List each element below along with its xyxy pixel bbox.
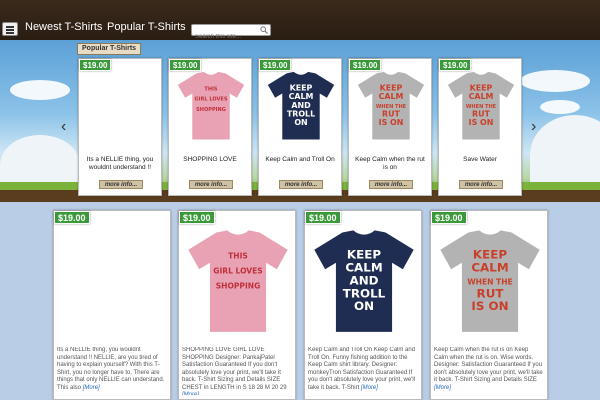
tshirt-image[interactable]: THIS GIRL LOVES SHOPPING [175,65,247,145]
slider-product-card[interactable]: THIS GIRL LOVES SHOPPING $19.00 SHOPPING LOV… [168,58,252,196]
svg-text:CALM: CALM [345,260,382,274]
tshirt-image[interactable]: KEEPCALMANDTROLLON [265,65,337,145]
price-badge: $19.00 [79,59,112,71]
product-card[interactable]: KEEP CALM AND TROLL ON $19.00 Keep Calm and Tr… [304,210,422,400]
svg-text:KEEP: KEEP [290,84,313,93]
svg-text:IS ON: IS ON [469,118,494,127]
price-badge: $19.00 [179,211,215,224]
svg-text:THIS: THIS [204,87,218,93]
slider-next-arrow[interactable]: › [531,118,536,136]
description-text: Its a NELLIE thing, you wouldnt understa… [57,347,165,391]
top-navigation-bar: Newest T-Shirts Popular T-Shirts [0,0,600,42]
search-icon[interactable] [260,26,268,34]
svg-text:CALM: CALM [379,92,404,101]
product-title[interactable]: SHOPPING LOVE [172,156,248,164]
description-text: SHOPPING LOVE GIRL LOVE SHOPPING Designe… [182,347,287,391]
svg-text:SHOPPING: SHOPPING [196,107,226,113]
svg-text:KEEP: KEEP [380,84,403,93]
svg-text:GIRL LOVES: GIRL LOVES [195,97,228,103]
more-link[interactable]: [More] [361,385,378,391]
price-badge: $19.00 [169,59,202,71]
svg-text:KEEP: KEEP [347,247,381,261]
tshirt-image[interactable]: KEEPCALMWHEN THERUTIS ON [355,65,427,145]
product-card[interactable]: $19.00 Its a NELLIE thing, you wouldnt un… [53,210,171,400]
price-badge: $19.00 [54,211,90,224]
svg-text:RUT: RUT [477,286,505,300]
more-link[interactable]: [More] [182,392,199,395]
price-badge: $19.00 [349,59,382,71]
svg-text:RUT: RUT [382,110,401,119]
price-badge: $19.00 [439,59,472,71]
svg-text:TROLL: TROLL [287,110,315,119]
price-badge: $19.00 [305,211,341,224]
more-info-button[interactable]: more info... [369,180,413,189]
product-card[interactable]: THIS GIRL LOVES SHOPPING $19.00 SHOPPING LOV… [178,210,296,400]
nav-newest-tshirts[interactable]: Newest T-Shirts [25,21,102,33]
svg-text:RUT: RUT [472,110,491,119]
svg-text:IS ON: IS ON [471,299,508,313]
search-box [191,24,271,42]
description-text: Keep Calm when the rut is on Keep Calm w… [434,347,543,383]
product-card[interactable]: KEEP CALM WHEN THE RUT IS ON $19.00 Keep Calm … [430,210,548,400]
more-info-button[interactable]: more info... [459,180,503,189]
svg-text:CALM: CALM [471,260,508,274]
more-link[interactable]: [More] [83,385,100,391]
product-description: Its a NELLIE thing, you wouldnt understa… [57,347,167,395]
more-info-button[interactable]: more info... [279,180,323,189]
slider-product-card[interactable]: KEEP CALM AND TROLL ON $19.00 Keep Calm and Tr… [258,58,342,196]
svg-text:TROLL: TROLL [343,286,386,300]
popular-tshirts-tag: Popular T-Shirts [77,43,142,55]
price-badge: $19.00 [431,211,467,224]
more-link[interactable]: [More] [434,385,451,391]
slider-prev-arrow[interactable]: ‹ [61,118,66,136]
slider-product-card[interactable]: $19.00 Its a NELLIE thing, you wouldnt un… [78,58,162,196]
nav-popular-tshirts[interactable]: Popular T-Shirts [107,21,186,33]
tshirt-image[interactable]: KEEPCALM WHEN THERUTIS ON [436,221,544,339]
slider-product-card[interactable]: KEEP CALM WHEN THE RUT IS ON $19.00 Keep Calm … [348,58,432,196]
product-title[interactable]: Keep Calm when the rut is on [352,156,428,172]
tshirt-image[interactable]: THIS GIRL LOVES SHOPPING [184,221,292,339]
product-description: Keep Calm when the rut is on Keep Calm w… [434,347,544,395]
tshirt-image[interactable]: KEEPCALMANDTROLLON [310,221,418,339]
menu-icon[interactable] [2,22,18,36]
svg-text:GIRL LOVES: GIRL LOVES [213,267,262,276]
svg-text:THIS: THIS [228,251,248,260]
svg-text:ON: ON [294,118,307,127]
svg-text:KEEP: KEEP [473,247,507,261]
svg-text:CALM: CALM [469,92,494,101]
product-description: Keep Calm and Troll On Keep Calm and Tro… [308,347,418,395]
svg-text:ON: ON [354,299,374,313]
product-description: SHOPPING LOVE GIRL LOVE SHOPPING Designe… [182,347,292,395]
product-title[interactable]: Its a NELLIE thing, you wouldnt understa… [82,156,158,172]
slider-product-card[interactable]: KEEP CALM WHEN THE RUT IS ON $19.00 Save Water… [438,58,522,196]
price-badge: $19.00 [259,59,292,71]
more-info-button[interactable]: more info... [99,180,143,189]
svg-text:AND: AND [350,273,379,287]
svg-text:CALM: CALM [289,92,314,101]
product-title[interactable]: Keep Calm and Troll On [262,156,338,164]
svg-text:AND: AND [291,101,311,110]
product-title[interactable]: Save Water [442,156,518,164]
svg-text:SHOPPING: SHOPPING [216,282,261,291]
svg-text:IS ON: IS ON [379,118,404,127]
svg-text:WHEN THE: WHEN THE [467,277,512,286]
tshirt-image[interactable]: KEEPCALMWHEN THERUTIS ON [445,65,517,145]
svg-text:KEEP: KEEP [470,84,493,93]
more-info-button[interactable]: more info... [189,180,233,189]
